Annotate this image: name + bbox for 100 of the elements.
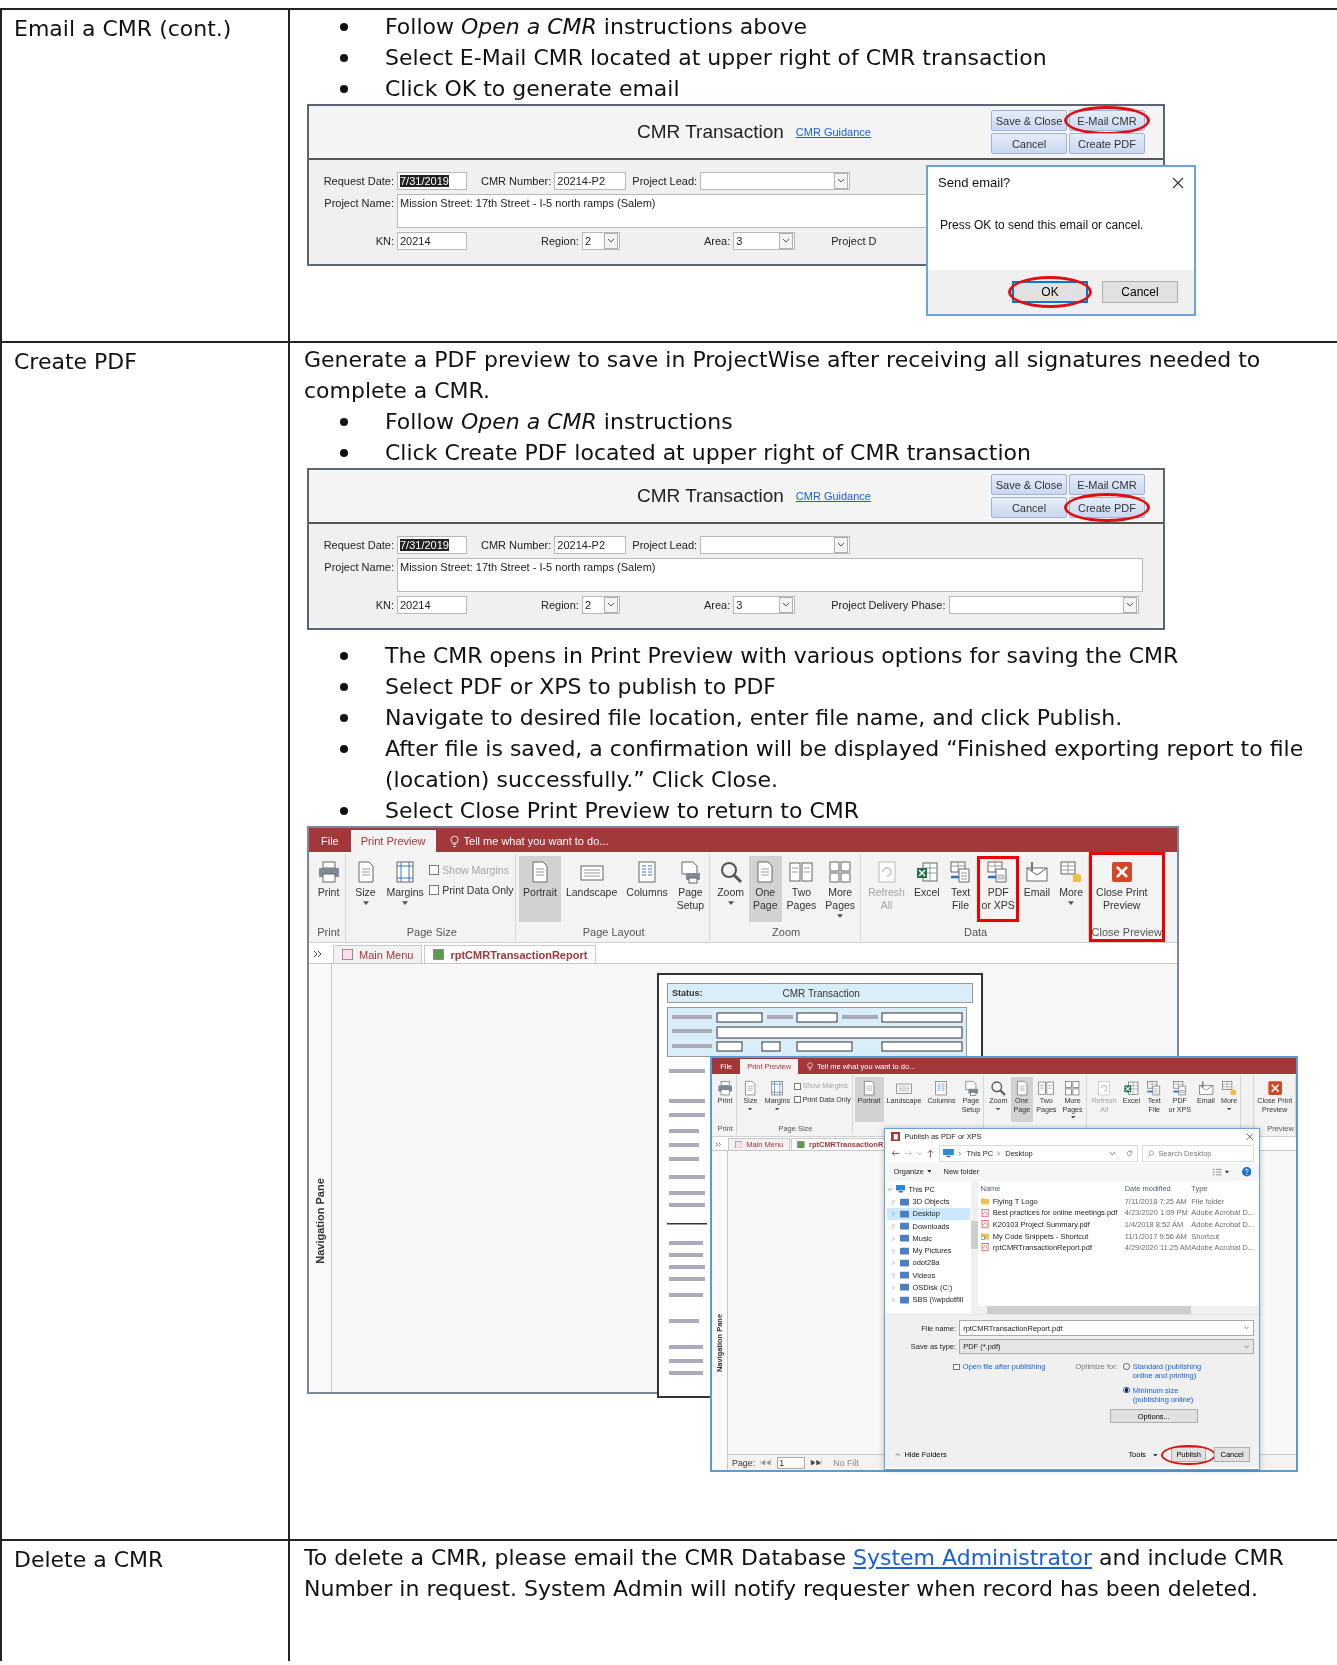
dialog-button[interactable]: Publish	[1170, 1447, 1207, 1463]
scrollbar-thumb[interactable]	[971, 1221, 978, 1249]
ribbon-button[interactable]: Print	[312, 856, 345, 922]
hide-folders-button[interactable]: Hide Folders	[894, 1450, 947, 1460]
file-row[interactable]: rptCMRTransactionReport.pdf 4/29/2020 11:25 AMAdobe Acrobat D...	[980, 1241, 1260, 1254]
path-segment[interactable]: This PC	[966, 1148, 994, 1158]
email-link[interactable]: System Administrator	[853, 1545, 1092, 1570]
organize-button[interactable]: Organize	[893, 1167, 932, 1177]
column-header[interactable]: Type	[1191, 1183, 1254, 1193]
ribbon-button[interactable]: More	[1054, 856, 1088, 922]
radio-button[interactable]	[1123, 1386, 1130, 1394]
file-row[interactable]: Flying T Logo 7/11/2018 7:25 AM File folder	[980, 1195, 1260, 1208]
combo-box[interactable]: 3	[733, 232, 796, 250]
ribbon-button[interactable]: Size	[349, 856, 382, 922]
dropdown-icon[interactable]	[779, 597, 794, 613]
tell-me-search[interactable]: Tell me what you want to do...	[803, 1059, 920, 1075]
dialog-button[interactable]: OK	[1012, 281, 1088, 303]
close-icon[interactable]	[1172, 176, 1184, 189]
save-type-dropdown[interactable]: PDF (*.pdf)	[958, 1338, 1254, 1355]
tree-item[interactable]: Downloads	[886, 1220, 970, 1233]
scrollbar-track[interactable]	[971, 1180, 978, 1314]
ribbon-button[interactable]: Excel	[909, 856, 945, 922]
scrollbar-thumb[interactable]	[987, 1305, 1192, 1314]
ribbon-button[interactable]: PDF or XPS	[977, 856, 1020, 922]
tell-me-search[interactable]: Tell me what you want to do...	[443, 830, 615, 852]
ribbon-tab[interactable]: Print Preview	[350, 830, 436, 852]
form-button[interactable]: Save & Close	[991, 474, 1067, 495]
dropdown-icon[interactable]	[1122, 597, 1137, 613]
path-segment[interactable]: Desktop	[1005, 1148, 1033, 1158]
search-field[interactable]: Search Desktop	[1141, 1144, 1254, 1162]
dropdown-icon[interactable]	[603, 597, 618, 613]
text-field[interactable]: 20214	[397, 596, 467, 614]
first-page-icon[interactable]	[759, 1459, 773, 1466]
form-button[interactable]: Create PDF	[1069, 497, 1145, 518]
scrollbar-track[interactable]	[977, 1305, 1260, 1314]
dropdown-icon[interactable]	[603, 233, 618, 249]
options-button[interactable]: Options...	[1109, 1409, 1198, 1423]
text-field[interactable]: 20214	[397, 232, 467, 250]
column-header[interactable]: Date modified	[1124, 1183, 1192, 1193]
form-button[interactable]: Save & Close	[991, 110, 1067, 131]
ribbon-button[interactable]: Close Print Preview	[1091, 856, 1152, 922]
tools-button[interactable]: Tools	[1128, 1450, 1158, 1460]
radio-button[interactable]	[1123, 1363, 1130, 1370]
tree-item[interactable]: Desktop	[886, 1207, 970, 1221]
ribbon-button[interactable]: Two Pages	[782, 856, 821, 922]
text-field[interactable]: 20214-P2	[554, 536, 627, 554]
form-button[interactable]: Cancel	[991, 133, 1067, 154]
form-button[interactable]: E-Mail CMR	[1069, 110, 1145, 131]
ribbon-button[interactable]: Margins	[382, 856, 429, 922]
column-header[interactable]: Name	[980, 1183, 1125, 1193]
combo-box[interactable]: 2	[581, 596, 620, 614]
tree-item[interactable]: SBS (\\wpdotfill	[886, 1293, 970, 1306]
text-field[interactable]: 7/31/2019	[397, 536, 467, 554]
ribbon-button[interactable]: Zoom	[712, 856, 749, 922]
address-bar[interactable]: This PC Desktop	[939, 1144, 1138, 1162]
tree-item[interactable]: 3D Objects	[886, 1195, 970, 1208]
dropdown-icon[interactable]	[834, 173, 849, 189]
file-row[interactable]: K20103 Project Summary.pdf 1/4/2018 8:52 AM Adobe Acrobat D...	[980, 1218, 1260, 1231]
form-button[interactable]: Cancel	[991, 497, 1067, 518]
tree-item[interactable]: odot28a	[886, 1256, 970, 1269]
ribbon-button[interactable]: Page Setup	[672, 856, 709, 922]
new-folder-button[interactable]: New folder	[943, 1167, 980, 1177]
text-field[interactable]: 20214-P2	[554, 172, 627, 190]
ribbon-button[interactable]: Portrait	[518, 856, 562, 922]
dropdown-icon[interactable]	[779, 233, 794, 249]
form-button[interactable]: E-Mail CMR	[1069, 474, 1145, 495]
ribbon-tab[interactable]: Print Preview	[740, 1059, 798, 1075]
file-row[interactable]: My Code Snippets - Shortcut 11/1/2017 9:56 AM Shortcut	[980, 1230, 1260, 1242]
help-icon[interactable]	[1241, 1167, 1252, 1177]
dropdown-icon[interactable]	[834, 537, 849, 553]
dialog-button[interactable]: Cancel	[1214, 1447, 1250, 1463]
radio-label[interactable]: Minimum size (publishing online)	[1132, 1385, 1215, 1404]
file-row[interactable]: Best practices for online meetings.pdf 4/23/2020 1:09 PM Adobe Acrobat D...	[980, 1207, 1260, 1219]
tree-item[interactable]: This PC	[886, 1183, 970, 1196]
ribbon-button[interactable]: One Page	[748, 856, 783, 922]
guidance-link[interactable]: CMR Guidance	[795, 126, 871, 138]
form-button[interactable]: Create PDF	[1069, 133, 1145, 154]
tree-item[interactable]: OSDisk (C:)	[886, 1281, 970, 1294]
page-number-field[interactable]: 1	[776, 1456, 805, 1469]
ribbon-tab[interactable]: File	[712, 1059, 741, 1075]
text-area[interactable]: Mission Street: 17th Street - I-5 north ramps (Salem)	[397, 558, 1143, 592]
ribbon-button[interactable]: Text File	[944, 856, 978, 922]
ribbon-tab[interactable]: File	[309, 830, 351, 852]
document-tab[interactable]: Main Menu	[333, 945, 423, 963]
combo-box[interactable]: 2	[581, 232, 620, 250]
ribbon-button[interactable]: More Pages	[820, 856, 860, 922]
double-chevron-icon[interactable]	[313, 949, 323, 959]
ribbon-button[interactable]: Email	[1019, 856, 1055, 922]
radio-label[interactable]: Standard (publishing online and printing)	[1132, 1362, 1215, 1381]
navigation-pane[interactable]: Navigation Pane	[309, 964, 332, 1392]
text-field[interactable]: 7/31/2019	[397, 172, 467, 190]
tree-item[interactable]: My Pictures	[886, 1244, 970, 1257]
document-tab[interactable]: rptCMRTransactionReport	[424, 945, 597, 963]
checkbox[interactable]: Open file after publishing	[953, 1362, 1046, 1372]
combo-box[interactable]: 3	[733, 596, 796, 614]
guidance-link[interactable]: CMR Guidance	[795, 490, 871, 502]
last-page-icon[interactable]	[808, 1459, 823, 1466]
checkbox[interactable]: Print Data Only	[429, 884, 514, 896]
ribbon-button[interactable]: Landscape	[561, 856, 622, 922]
ribbon-button[interactable]: Columns	[621, 856, 673, 922]
